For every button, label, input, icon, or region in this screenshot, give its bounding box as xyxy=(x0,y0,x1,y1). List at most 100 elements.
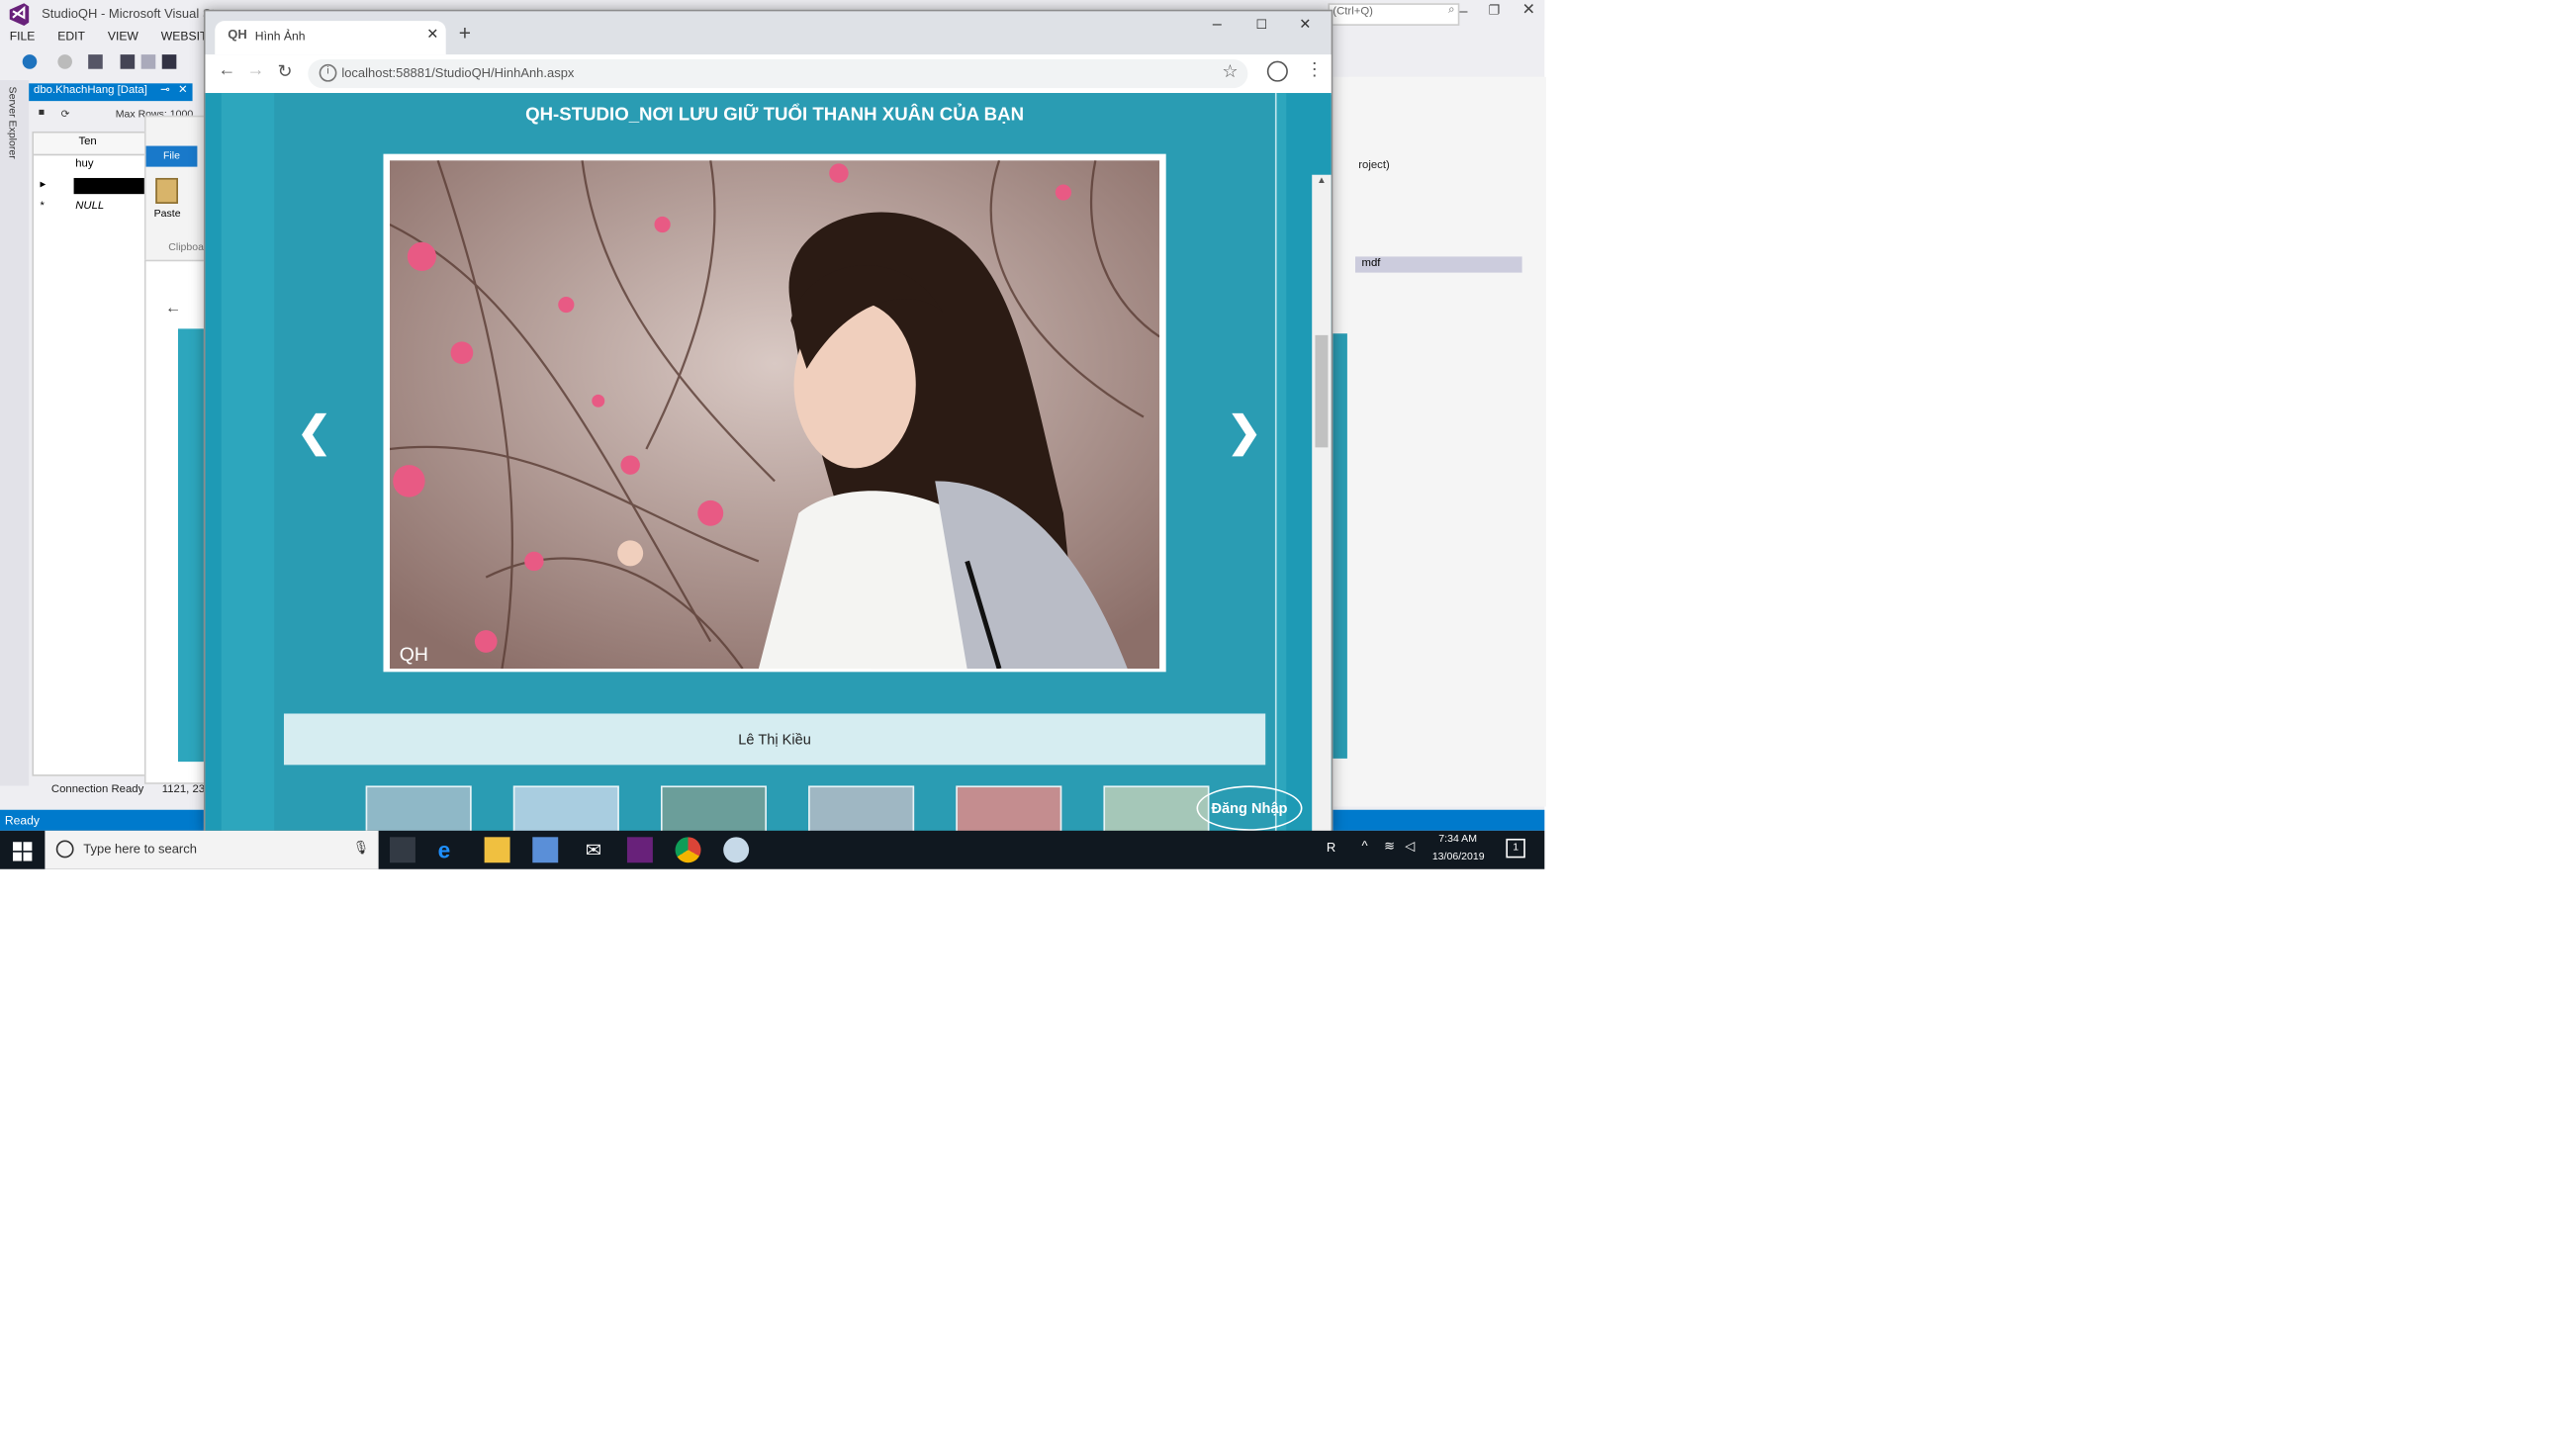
save-icon[interactable] xyxy=(140,54,156,69)
page-viewport: QH-STUDIO_NƠI LƯU GIỮ TUỔI THANH XUÂN CỦ… xyxy=(205,93,1332,833)
browser-tab[interactable]: QH Hình Ảnh ✕ xyxy=(215,21,446,55)
prev-arrow-button[interactable]: ❮ xyxy=(297,407,331,457)
microphone-icon[interactable]: 🎙 xyxy=(353,841,369,856)
tray-chevron-icon[interactable]: ^ xyxy=(1361,839,1367,854)
clipboard-group-label: Clipboa xyxy=(168,241,204,254)
save-all-icon[interactable] xyxy=(161,54,177,69)
thumbnail[interactable] xyxy=(365,785,472,833)
taskbar-search-box[interactable]: Type here to search 🎙 xyxy=(45,830,379,869)
tab-strip: QH Hình Ảnh ✕ + – ☐ ✕ xyxy=(206,11,1332,55)
stop-icon[interactable]: ■ xyxy=(39,108,45,119)
back-arrow-icon[interactable]: ← xyxy=(165,300,181,317)
server-explorer-label[interactable]: Server Explorer xyxy=(6,87,17,159)
clipboard-icon[interactable] xyxy=(155,177,178,204)
maximize-button[interactable]: ☐ xyxy=(1255,18,1267,33)
inner-paint-ribbon: File Paste Clipboa xyxy=(143,115,213,263)
back-icon[interactable] xyxy=(22,54,38,69)
thumbnail[interactable] xyxy=(1103,785,1210,833)
favicon-icon: QH xyxy=(228,27,247,43)
visual-studio-icon[interactable] xyxy=(626,837,653,863)
main-photo: QH xyxy=(389,160,1160,670)
chrome-icon[interactable] xyxy=(675,837,701,863)
scrollbar[interactable]: ▲ ▼ xyxy=(1312,174,1332,833)
back-icon[interactable]: ← xyxy=(218,61,235,80)
thumbnail-active[interactable] xyxy=(956,785,1062,833)
open-icon[interactable] xyxy=(120,54,136,69)
page-frame: QH-STUDIO_NƠI LƯU GIỮ TUỔI THANH XUÂN CỦ… xyxy=(221,93,1287,833)
menu-kebab-icon[interactable]: ⋮ xyxy=(1306,59,1324,80)
network-icon[interactable]: ≋ xyxy=(1384,839,1395,854)
scroll-thumb[interactable] xyxy=(1315,334,1329,448)
solution-explorer-panel: roject) mdf xyxy=(1328,76,1546,807)
menu-view[interactable]: VIEW xyxy=(108,29,138,44)
refresh-icon[interactable]: ⟳ xyxy=(61,108,70,120)
menu-file[interactable]: FILE xyxy=(10,29,36,44)
login-button[interactable]: Đăng Nhập xyxy=(1196,785,1303,831)
windows-start-icon[interactable] xyxy=(12,841,33,861)
thumbnail[interactable] xyxy=(512,785,619,833)
chrome-window: QH Hình Ảnh ✕ + – ☐ ✕ ← → ↻ i localhost:… xyxy=(203,9,1334,835)
main-photo-frame: QH xyxy=(383,153,1166,673)
column-header-ten[interactable]: Ten xyxy=(78,136,96,147)
action-center-icon[interactable]: 1 xyxy=(1506,838,1525,859)
system-tray: R ^ ≋ ◁ 7:34 AM 13/06/2019 1 xyxy=(1315,831,1544,869)
solution-item-project[interactable]: roject) xyxy=(1358,160,1390,171)
photo-watermark: QH xyxy=(400,644,428,666)
next-arrow-button[interactable]: ❯ xyxy=(1227,407,1261,457)
vs-minimize-button[interactable]: – xyxy=(1459,3,1467,19)
browser-toolbar: ← → ↻ i localhost:58881/StudioQH/HinhAnh… xyxy=(205,54,1332,95)
server-explorer-rail[interactable]: Server Explorer xyxy=(0,80,30,786)
ribbon-file-tab[interactable]: File xyxy=(145,145,198,167)
profile-icon[interactable] xyxy=(1266,60,1288,82)
clock-time[interactable]: 7:34 AM xyxy=(1438,834,1477,845)
url-text[interactable]: localhost:58881/StudioQH/HinhAnh.aspx xyxy=(341,65,574,80)
new-project-icon[interactable] xyxy=(88,54,103,69)
info-icon[interactable]: i xyxy=(319,63,337,82)
bookmark-star-icon[interactable]: ☆ xyxy=(1222,61,1238,81)
pin-icon[interactable]: ⊸ xyxy=(160,83,170,96)
paste-label[interactable]: Paste xyxy=(154,209,181,220)
table-row[interactable]: * NULL xyxy=(34,197,145,216)
vs-title: StudioQH - Microsoft Visual Stu xyxy=(42,6,223,22)
table-row[interactable]: ▸ xyxy=(34,176,145,195)
inner-browser-window: ← xyxy=(143,259,213,784)
doc-tab-khachhang[interactable]: dbo.KhachHang [Data] ⊸ ✕ xyxy=(29,83,193,102)
close-window-button[interactable]: ✕ xyxy=(1299,16,1311,34)
vs-close-button[interactable]: ✕ xyxy=(1522,2,1536,20)
scroll-up-icon[interactable]: ▲ xyxy=(1317,176,1327,186)
cell-value[interactable]: huy xyxy=(75,159,93,170)
menu-edit[interactable]: EDIT xyxy=(57,29,85,44)
coords-readout: 1121, 23 xyxy=(161,783,206,796)
new-tab-button[interactable]: + xyxy=(459,21,471,45)
people-icon[interactable]: R xyxy=(1327,841,1335,856)
vs-restore-button[interactable]: ❐ xyxy=(1489,3,1501,18)
edge-icon[interactable]: e xyxy=(438,837,464,862)
forward-icon[interactable] xyxy=(57,54,72,69)
vs-quick-launch[interactable]: (Ctrl+Q) ⌕ xyxy=(1328,3,1460,26)
forward-icon[interactable]: → xyxy=(247,61,265,80)
cell-value-selected[interactable] xyxy=(73,177,144,195)
reload-icon[interactable]: ↻ xyxy=(277,61,292,81)
close-icon[interactable]: ✕ xyxy=(178,83,188,96)
tab-close-icon[interactable]: ✕ xyxy=(426,26,438,44)
row-pointer-icon: ▸ xyxy=(40,179,46,191)
minimize-button[interactable]: – xyxy=(1213,16,1222,34)
thumbnail[interactable] xyxy=(808,785,915,833)
thumbnail[interactable] xyxy=(660,785,767,833)
solution-item-selected[interactable]: mdf xyxy=(1354,256,1522,273)
clock-date[interactable]: 13/06/2019 xyxy=(1432,852,1485,862)
mail-icon[interactable]: ✉ xyxy=(581,837,606,862)
photo-caption: Lê Thị Kiều xyxy=(283,713,1266,766)
search-placeholder: Type here to search xyxy=(83,842,197,857)
cell-value[interactable]: NULL xyxy=(75,201,104,212)
volume-icon[interactable]: ◁ xyxy=(1405,839,1415,854)
paint-icon[interactable] xyxy=(723,837,750,863)
file-explorer-icon[interactable] xyxy=(484,837,510,863)
store-icon[interactable] xyxy=(532,837,559,863)
address-bar[interactable]: i localhost:58881/StudioQH/HinhAnh.aspx … xyxy=(308,58,1248,89)
task-view-icon[interactable] xyxy=(389,837,415,863)
cortana-icon xyxy=(55,840,74,859)
table-row[interactable]: huy xyxy=(34,155,145,174)
vs-toolbar xyxy=(0,49,209,75)
windows-taskbar: Type here to search 🎙 e ✉ R ^ ≋ ◁ 7:34 A… xyxy=(0,830,1545,869)
